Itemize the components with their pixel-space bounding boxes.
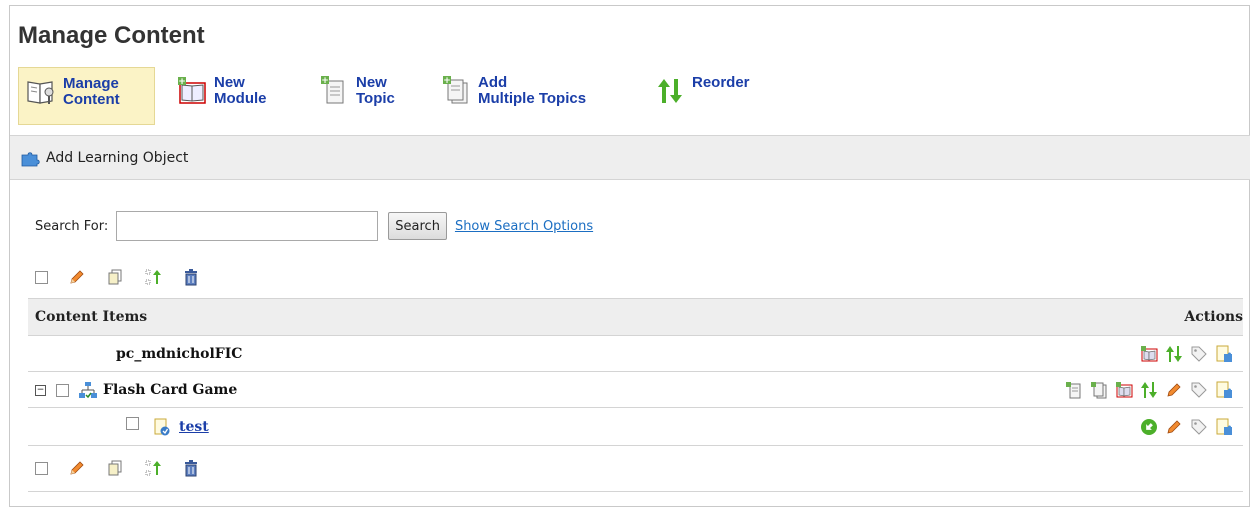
collapse-toggle[interactable]: − (35, 384, 46, 396)
tag-icon[interactable] (1190, 345, 1208, 363)
delete-icon[interactable] (182, 268, 200, 286)
row-name-cell: − Flash Card Game (35, 372, 237, 408)
reorder-icon[interactable] (1165, 345, 1183, 363)
edit-icon[interactable] (68, 268, 86, 286)
green-arrow-icon[interactable] (1140, 418, 1158, 436)
row-actions (1133, 336, 1233, 372)
new-topic-button[interactable]: + New Topic (312, 67, 422, 125)
page-title: Manage Content (18, 22, 205, 49)
content-table: Content Items Actions pc_mdnicholFIC − F… (28, 298, 1243, 446)
move-icon[interactable] (144, 459, 162, 477)
toolbar: Manage Content + New Module + New Topic (18, 67, 918, 125)
copy-icon[interactable] (106, 268, 124, 286)
select-all-checkbox[interactable] (35, 461, 48, 475)
reorder-button[interactable]: Reorder (648, 67, 778, 125)
edit-icon[interactable] (1165, 418, 1183, 436)
new-module-icon: + (178, 77, 206, 104)
row-name: pc_mdnicholFIC (116, 346, 243, 362)
row-actions (1133, 408, 1233, 446)
toolbar-label: Manage Content (63, 75, 120, 108)
search-input[interactable] (116, 211, 379, 241)
new-module-icon[interactable] (1115, 381, 1133, 399)
svg-text:+: + (178, 77, 186, 87)
bulk-actions-top (35, 266, 200, 288)
manage-content-button[interactable]: Manage Content (18, 67, 155, 125)
show-search-options-link[interactable]: Show Search Options (455, 219, 593, 234)
row-name: Flash Card Game (103, 382, 238, 398)
toolbar-label: Add Multiple Topics (478, 74, 587, 107)
move-icon[interactable] (144, 268, 162, 286)
learning-object-bar: Add Learning Object (10, 135, 1250, 180)
table-row: − Flash Card Game (28, 372, 1243, 408)
search-button[interactable]: Search (388, 212, 447, 240)
topic-link[interactable]: test (179, 419, 209, 435)
add-multiple-topics-icon: + (443, 76, 468, 104)
row-checkbox[interactable] (126, 416, 139, 430)
toolbar-label: New Module (214, 74, 267, 107)
reorder-icon[interactable] (1140, 381, 1158, 399)
topic-file-icon (154, 418, 170, 436)
toolbar-label: New Topic (356, 74, 395, 107)
table-row: pc_mdnicholFIC (28, 336, 1243, 372)
tag-icon[interactable] (1190, 418, 1208, 436)
header-actions: Actions (1184, 309, 1243, 325)
add-learning-object-icon[interactable] (1215, 418, 1233, 436)
add-multiple-topics-button[interactable]: + Add Multiple Topics (434, 67, 624, 125)
row-checkbox[interactable] (56, 383, 69, 397)
add-learning-object-icon[interactable] (1215, 345, 1233, 363)
module-structure-icon (79, 382, 97, 399)
tag-icon[interactable] (1190, 381, 1208, 399)
row-actions (1058, 372, 1233, 408)
row-name-cell: pc_mdnicholFIC (116, 336, 242, 372)
select-all-checkbox[interactable] (35, 270, 48, 284)
copy-icon[interactable] (106, 459, 124, 477)
toolbar-label: Reorder (692, 74, 750, 91)
new-topic-icon: + (321, 76, 344, 104)
row-name-cell: test (126, 408, 209, 446)
edit-icon[interactable] (1165, 381, 1183, 399)
search-label: Search For: (35, 218, 109, 234)
table-bottom-divider (28, 491, 1243, 492)
puzzle-icon (21, 151, 40, 166)
table-row: test (28, 408, 1243, 446)
add-multiple-topics-icon[interactable] (1090, 381, 1108, 399)
reorder-icon (658, 79, 682, 103)
search-row: Search For: Search Show Search Options (35, 210, 593, 242)
svg-text:+: + (321, 76, 329, 86)
delete-icon[interactable] (182, 459, 200, 477)
header-content-items: Content Items (35, 309, 148, 325)
bulk-actions-bottom (35, 457, 200, 479)
svg-text:+: + (443, 76, 451, 86)
new-module-button[interactable]: + New Module (170, 67, 290, 125)
edit-icon[interactable] (68, 459, 86, 477)
add-learning-object-link[interactable]: Add Learning Object (46, 150, 188, 166)
add-learning-object-icon[interactable] (1215, 381, 1233, 399)
new-topic-icon[interactable] (1065, 381, 1083, 399)
manage-content-icon (27, 81, 54, 104)
table-header: Content Items Actions (28, 298, 1243, 336)
new-module-icon[interactable] (1140, 345, 1158, 363)
